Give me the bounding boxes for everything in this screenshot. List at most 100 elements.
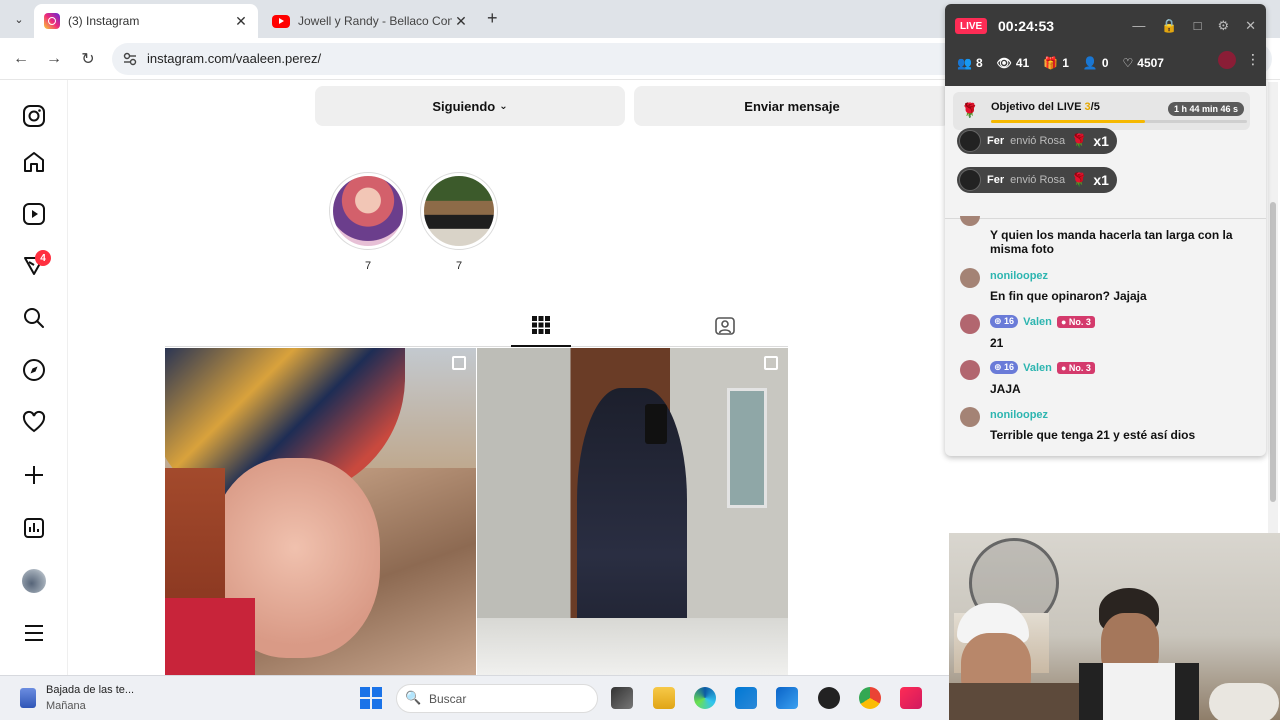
chat-divider xyxy=(945,218,1266,219)
gift-icon: 🎁 xyxy=(1043,56,1059,70)
profile-avatar-icon[interactable] xyxy=(22,569,46,593)
live-stats: 👥 8 👁 41 🎁 1 👤 0 ♡ 4507 xyxy=(957,56,1164,70)
gift-event: Fer envió Rosa 🌹 x1 xyxy=(957,128,1117,154)
following-button[interactable]: Siguiendo ⌄ xyxy=(315,86,625,126)
gift-user: Fer xyxy=(987,174,1005,186)
rose-icon: 🌹 xyxy=(1071,172,1088,187)
highlight-cover xyxy=(333,176,403,246)
minimize-icon[interactable]: — xyxy=(1132,18,1145,34)
avatar xyxy=(959,130,981,152)
chat-username[interactable]: noniloopez xyxy=(990,270,1048,282)
gift-count: x1 xyxy=(1093,172,1109,188)
gifts-stat: 🎁 1 xyxy=(1043,56,1069,70)
start-tile xyxy=(360,687,370,697)
live-goal[interactable]: 🌹 Objetivo del LIVE 3/5 1 h 44 min 46 s xyxy=(953,92,1250,130)
scrollbar-thumb[interactable] xyxy=(1270,202,1276,502)
home-icon[interactable] xyxy=(22,150,46,174)
highlight-label: 7 xyxy=(364,260,372,272)
tiktok-live-studio-icon[interactable] xyxy=(900,687,922,709)
gift-verb: envió Rosa xyxy=(1010,174,1066,186)
create-icon[interactable] xyxy=(22,463,46,487)
likes-count: 4507 xyxy=(1137,56,1164,70)
reels-icon[interactable] xyxy=(22,202,46,226)
level-value: 16 xyxy=(1004,362,1015,372)
highlight-label: 7 xyxy=(455,260,463,272)
reload-button[interactable]: ↻ xyxy=(77,48,99,70)
task-view-icon[interactable] xyxy=(611,687,633,709)
windows-taskbar: Bajada de las te... Mañana 🔍 Buscar xyxy=(0,675,949,720)
eye-icon: 👁 xyxy=(996,56,1012,70)
lock-icon[interactable]: 🔒 xyxy=(1161,18,1177,34)
taskbar-search[interactable]: 🔍 Buscar xyxy=(396,684,598,713)
outlook-icon[interactable] xyxy=(776,687,798,709)
highlight-cover xyxy=(424,176,494,246)
follows-count: 0 xyxy=(1101,56,1109,70)
heart-icon[interactable] xyxy=(22,410,46,434)
weather-title[interactable]: Bajada de las te... xyxy=(46,684,134,696)
tagged-posts-icon[interactable] xyxy=(714,314,736,336)
page-scrollbar[interactable] xyxy=(1268,82,1278,537)
chat-username[interactable]: Valen xyxy=(1023,362,1052,374)
goal-progress-fill xyxy=(991,120,1145,123)
story-highlight-2[interactable] xyxy=(420,172,498,250)
store-icon[interactable] xyxy=(735,687,757,709)
story-highlight-1[interactable] xyxy=(329,172,407,250)
instagram-logo-icon[interactable] xyxy=(22,104,46,128)
chat-text: JAJA xyxy=(990,382,1021,396)
tab-youtube[interactable]: Jowell y Randy - Bellaco Con Be ✕ xyxy=(262,4,478,38)
gift-event: Fer envió Rosa 🌹 x1 xyxy=(957,167,1117,193)
heart-icon: ♡ xyxy=(1122,56,1134,70)
new-tab-button[interactable]: + xyxy=(487,8,498,29)
chrome-icon[interactable] xyxy=(859,687,881,709)
post-shirt xyxy=(165,598,255,675)
chat-message: noniloopez En fin que opinaron? Jajaja xyxy=(957,268,1257,308)
back-button[interactable]: ← xyxy=(10,48,32,70)
close-icon[interactable]: ✕ xyxy=(1245,18,1256,34)
live-timer: 00:24:53 xyxy=(998,18,1055,34)
edge-icon[interactable] xyxy=(694,687,716,709)
chat-message: Y quien los manda hacerla tan larga con … xyxy=(957,216,1257,262)
close-tab-icon[interactable]: ✕ xyxy=(452,13,470,30)
obs-icon[interactable] xyxy=(818,687,840,709)
chat-username[interactable]: noniloopez xyxy=(990,409,1048,421)
person-jersey-2 xyxy=(1079,663,1199,720)
post-thumbnail-2[interactable] xyxy=(477,348,788,675)
chat-username[interactable]: Valen xyxy=(1023,316,1052,328)
explore-icon[interactable] xyxy=(22,358,46,382)
avatar xyxy=(960,407,980,427)
avatar xyxy=(959,169,981,191)
carousel-icon xyxy=(764,356,778,370)
tab-title: Jowell y Randy - Bellaco Con Be xyxy=(298,14,452,28)
settings-icon[interactable]: ⚙ xyxy=(1217,18,1229,34)
dashboard-icon[interactable] xyxy=(22,516,46,540)
chat-text: Y quien los manda hacerla tan larga con … xyxy=(990,228,1233,256)
weather-icon[interactable] xyxy=(20,688,36,708)
instagram-icon xyxy=(44,13,60,29)
post-phone xyxy=(645,404,667,444)
more-options-icon[interactable]: ⋮ xyxy=(1246,51,1260,68)
goal-label: Objetivo del LIVE xyxy=(991,101,1085,113)
members-count: 8 xyxy=(975,56,983,70)
menu-icon[interactable] xyxy=(22,621,46,645)
chat-message: noniloopez Terrible que tenga 21 y esté … xyxy=(957,407,1257,447)
start-button[interactable] xyxy=(360,687,382,709)
post-thumbnail-1[interactable] xyxy=(165,348,476,675)
grid-posts-icon[interactable] xyxy=(530,314,552,336)
tab-search-dropdown-icon[interactable]: ⌄ xyxy=(8,8,30,30)
level-badge: ⊕ 16 xyxy=(990,315,1019,328)
send-message-button[interactable]: Enviar mensaje xyxy=(634,86,950,126)
maximize-icon[interactable]: □ xyxy=(1194,18,1202,34)
forward-button[interactable]: → xyxy=(43,48,65,70)
chat-text: 21 xyxy=(990,336,1004,350)
chat-user-line: ⊕ 16 Valen ● No. 3 xyxy=(990,315,1095,328)
close-tab-icon[interactable]: ✕ xyxy=(232,13,250,30)
tab-instagram[interactable]: (3) Instagram ✕ xyxy=(34,4,258,38)
host-avatar[interactable] xyxy=(1218,51,1236,69)
site-settings-icon[interactable] xyxy=(122,51,138,67)
url-text: instagram.com/vaaleen.perez/ xyxy=(147,51,322,66)
search-icon[interactable] xyxy=(22,306,46,330)
search-placeholder: Buscar xyxy=(429,692,467,706)
chevron-down-icon: ⌄ xyxy=(499,100,508,112)
file-explorer-icon[interactable] xyxy=(653,687,675,709)
follows-stat: 👤 0 xyxy=(1083,56,1109,70)
